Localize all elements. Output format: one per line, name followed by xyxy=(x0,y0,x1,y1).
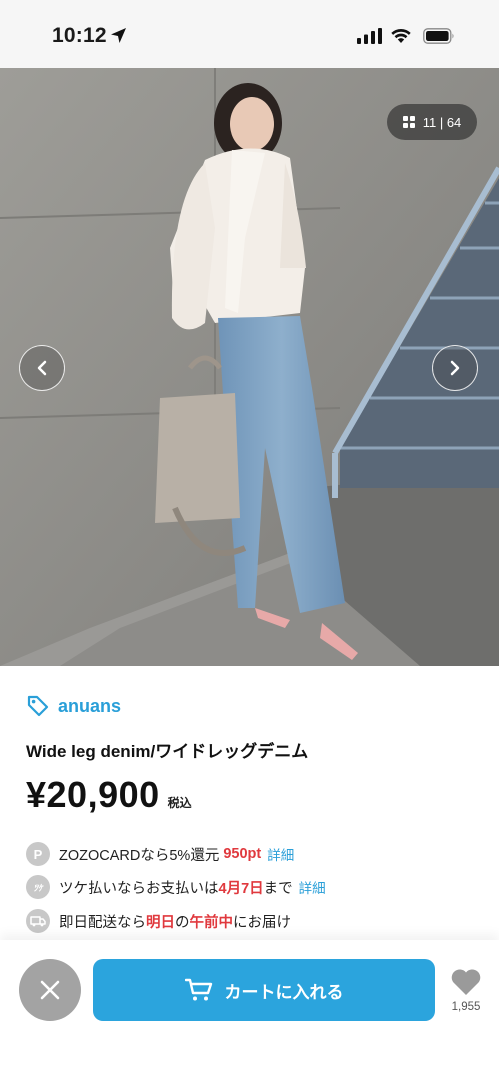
tsuke-details-link[interactable]: 詳細 xyxy=(299,877,326,897)
close-button[interactable] xyxy=(19,959,81,1021)
next-image-button[interactable] xyxy=(432,345,478,391)
delivery-suffix: にお届け xyxy=(233,914,291,931)
zozocard-details-link[interactable]: 詳細 xyxy=(267,844,294,864)
tsuke-icon: ﾂｹ xyxy=(26,875,50,899)
price-row: ¥20,900 税込 xyxy=(26,774,192,816)
delivery-text: 即日配送なら xyxy=(59,914,146,931)
points-icon: P xyxy=(26,842,50,866)
tsuke-date: 4月7日 xyxy=(218,880,264,897)
zozocard-text: ZOZOCARDなら5%還元 xyxy=(59,847,220,864)
status-time: 10:12 xyxy=(52,24,107,47)
like-button[interactable]: 1,955 xyxy=(446,968,486,1013)
chevron-right-icon xyxy=(450,360,460,376)
delivery-day: 明日 xyxy=(146,914,175,931)
tsuke-suffix: まで xyxy=(263,880,293,897)
tax-label: 税込 xyxy=(167,796,192,810)
bottom-action-bar: カートに入れる 1,955 xyxy=(0,940,499,1080)
chevron-left-icon xyxy=(37,360,47,376)
like-count: 1,955 xyxy=(451,1001,481,1013)
add-to-cart-label: カートに入れる xyxy=(224,982,344,1002)
battery-icon xyxy=(423,28,454,44)
close-icon xyxy=(40,980,60,1000)
tsuke-text: ツケ払いならお支払いは xyxy=(59,880,219,897)
brand-link[interactable]: anuans xyxy=(26,694,121,718)
truck-icon xyxy=(26,909,50,933)
price: ¥20,900 xyxy=(26,774,160,815)
status-bar: 10:12 xyxy=(0,0,499,68)
points-value: 950pt xyxy=(223,846,262,862)
grid-icon xyxy=(402,116,415,128)
previous-image-button[interactable] xyxy=(19,345,65,391)
location-arrow-icon xyxy=(111,28,126,43)
delivery-row: 即日配送なら 明日 の 午前中 にお届け xyxy=(26,909,291,933)
cart-icon xyxy=(184,978,212,1001)
zozocard-points-row: P ZOZOCARDなら5%還元 950pt 詳細 xyxy=(26,842,294,866)
brand-name: anuans xyxy=(58,695,122,716)
tsuke-payment-row: ﾂｹ ツケ払いならお支払いは 4月7日 まで 詳細 xyxy=(26,875,326,899)
tag-icon xyxy=(27,695,49,717)
image-counter-text: 11 | 64 xyxy=(422,114,462,130)
delivery-middle: の xyxy=(175,914,190,931)
wifi-icon xyxy=(391,28,411,43)
cellular-signal-icon xyxy=(357,28,382,44)
product-image xyxy=(0,68,499,666)
delivery-time: 午前中 xyxy=(189,914,234,931)
product-name: Wide leg denim/ワイドレッグデニム xyxy=(26,742,309,761)
add-to-cart-button[interactable]: カートに入れる xyxy=(93,959,435,1021)
product-photo[interactable]: 11 | 64 xyxy=(0,68,499,666)
image-counter[interactable]: 11 | 64 xyxy=(387,104,477,140)
heart-icon xyxy=(451,969,481,995)
